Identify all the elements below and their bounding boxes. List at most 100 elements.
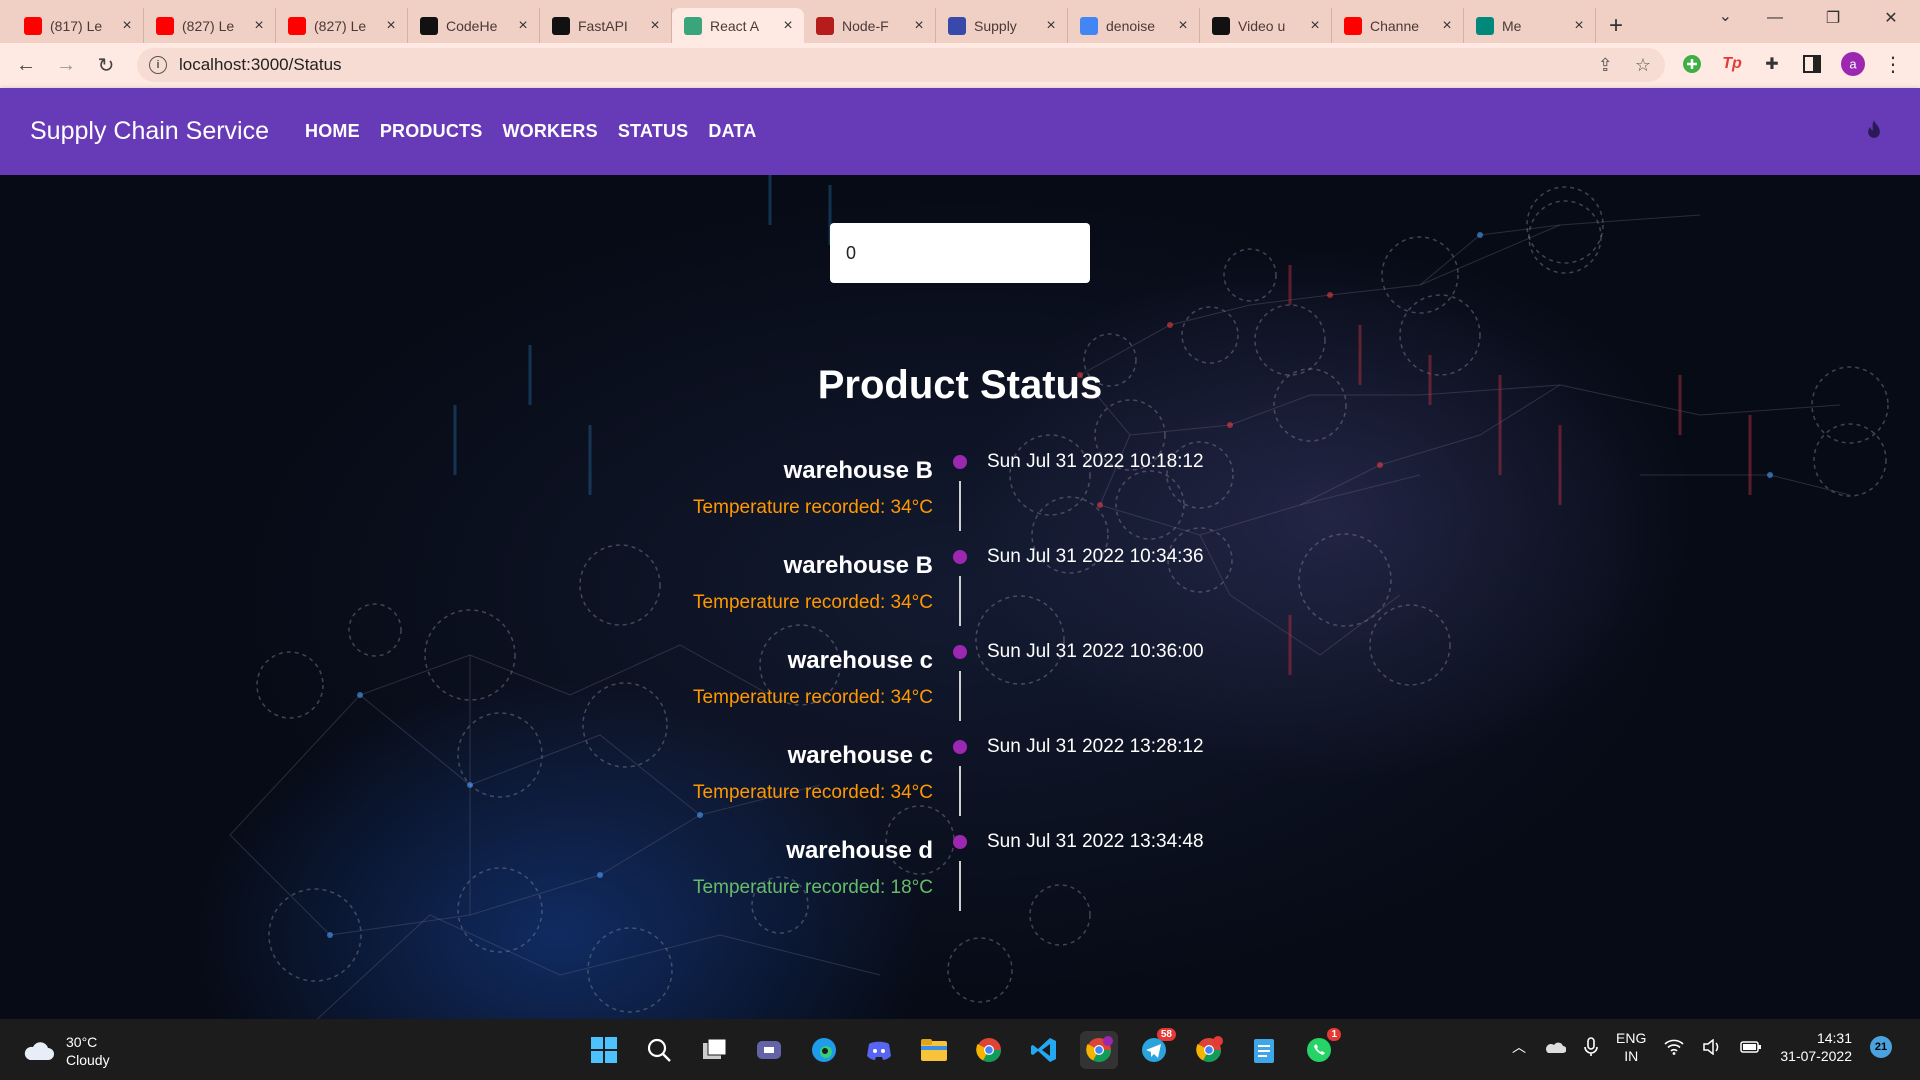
timeline-content: warehouse c Temperature recorded: 34°C (693, 742, 933, 804)
tab-title: (817) Le (50, 17, 103, 34)
side-panel-icon[interactable] (1799, 51, 1825, 77)
address-bar[interactable]: i localhost:3000/Status ⇪ ☆ (137, 48, 1665, 82)
close-tab-icon[interactable]: × (383, 17, 399, 35)
whatsapp-icon[interactable]: 1 (1300, 1028, 1341, 1069)
timeline-item: warehouse c Temperature recorded: 34°C Sun… (0, 635, 1920, 730)
extension-plus-icon[interactable] (1679, 51, 1705, 77)
temperature-reading: Temperature recorded: 34°C (693, 687, 933, 708)
close-tab-icon[interactable]: × (780, 17, 796, 35)
lang-region: IN (1624, 1048, 1639, 1064)
warehouse-name: warehouse c (787, 647, 933, 674)
back-icon[interactable]: ← (6, 46, 46, 86)
microphone-icon[interactable] (1584, 1037, 1598, 1057)
cloud-icon (24, 1042, 54, 1060)
bookmark-star-icon[interactable]: ☆ (1635, 55, 1651, 76)
restore-button[interactable]: ❐ (1804, 0, 1862, 36)
extension-tp-icon[interactable]: Tp (1719, 51, 1745, 77)
nav-link-workers[interactable]: WORKERS (492, 113, 607, 150)
new-tab-button[interactable]: + (1596, 8, 1636, 43)
taskbar-search-icon[interactable] (640, 1031, 678, 1069)
browser-tab[interactable]: Me × (1464, 8, 1596, 43)
teams-chat-icon[interactable] (750, 1031, 788, 1069)
close-tab-icon[interactable]: × (515, 17, 531, 35)
youtube-icon (24, 16, 42, 35)
forward-icon[interactable]: → (46, 46, 86, 86)
reload-icon[interactable]: ↻ (86, 46, 126, 86)
telegram-icon[interactable]: 58 (1135, 1028, 1176, 1069)
browser-toolbar: ← → ↻ i localhost:3000/Status ⇪ ☆ Tp ✚ a… (0, 43, 1920, 88)
browser-tab[interactable]: denoise × (1068, 8, 1200, 43)
clock[interactable]: 14:31 31-07-2022 (1780, 1029, 1852, 1065)
url-text: localhost:3000/Status (179, 55, 342, 74)
timeline-connector (959, 861, 961, 911)
windows-start-icon[interactable] (585, 1031, 623, 1069)
close-tab-icon[interactable]: × (647, 17, 663, 35)
browser-tab[interactable]: (827) Le × (276, 8, 408, 43)
close-tab-icon[interactable]: × (1175, 17, 1191, 35)
browser-tab[interactable]: CodeHe × (408, 8, 540, 43)
minimize-button[interactable]: — (1746, 0, 1804, 36)
edge-icon[interactable] (805, 1031, 843, 1069)
close-tab-icon[interactable]: × (1307, 17, 1323, 35)
wifi-icon[interactable] (1664, 1039, 1684, 1055)
timeline-dot (953, 835, 967, 849)
browser-tab[interactable]: Video u × (1200, 8, 1332, 43)
browser-tab[interactable]: React A × (672, 8, 804, 43)
close-tab-icon[interactable]: × (911, 17, 927, 35)
search-input[interactable] (846, 242, 1078, 264)
profile-avatar[interactable]: a (1840, 51, 1866, 77)
tray-overflow-chevron-icon[interactable]: ︿ (1512, 1037, 1526, 1057)
timeline-dot (953, 455, 967, 469)
timestamp: Sun Jul 31 2022 10:36:00 (987, 641, 1204, 662)
task-view-icon[interactable] (695, 1031, 733, 1069)
page-title: Product Status (817, 363, 1103, 407)
close-tab-icon[interactable]: × (251, 17, 267, 35)
tab-title: (827) Le (182, 17, 235, 34)
brand-title[interactable]: Supply Chain Service (30, 117, 269, 146)
onedrive-icon[interactable] (1544, 1040, 1567, 1054)
nav-link-products[interactable]: PRODUCTS (370, 113, 493, 150)
nav-link-data[interactable]: DATA (698, 113, 766, 150)
close-tab-icon[interactable]: × (1439, 17, 1455, 35)
temperature-reading: Temperature recorded: 18°C (693, 877, 933, 898)
timestamp: Sun Jul 31 2022 10:34:36 (987, 546, 1204, 567)
close-tab-icon[interactable]: × (119, 17, 135, 35)
notification-count[interactable]: 21 (1870, 1036, 1892, 1058)
browser-tab[interactable]: Node-F × (804, 8, 936, 43)
language-indicator[interactable]: ENG IN (1616, 1029, 1646, 1065)
site-info-icon[interactable]: i (149, 56, 167, 74)
discord-icon[interactable] (860, 1031, 898, 1069)
file-explorer-icon[interactable] (915, 1031, 953, 1069)
extensions-puzzle-icon[interactable]: ✚ (1759, 51, 1785, 77)
close-tab-icon[interactable]: × (1043, 17, 1059, 35)
notepad-icon[interactable] (1245, 1031, 1283, 1069)
timeline-item: warehouse c Temperature recorded: 34°C Sun… (0, 730, 1920, 825)
battery-icon[interactable] (1740, 1040, 1762, 1054)
system-tray: ︿ ENG IN 14:31 31-07-2022 21 (1512, 1029, 1892, 1065)
timeline-connector (959, 481, 961, 531)
tab-search-chevron-icon[interactable]: ⌄ (1719, 6, 1732, 26)
browser-tab[interactable]: (817) Le × (12, 8, 144, 43)
browser-menu-icon[interactable]: ⋮ (1880, 51, 1906, 77)
github-icon (1212, 16, 1230, 35)
browser-tab[interactable]: Channe × (1332, 8, 1464, 43)
share-icon[interactable]: ⇪ (1598, 55, 1613, 76)
close-tab-icon[interactable]: × (1571, 17, 1587, 35)
chrome-alt-profile-icon[interactable] (1190, 1031, 1228, 1069)
chrome-icon[interactable] (970, 1031, 1008, 1069)
vscode-icon[interactable] (1025, 1031, 1063, 1069)
chrome-profile-icon[interactable] (1080, 1031, 1118, 1069)
close-window-button[interactable]: ✕ (1862, 0, 1920, 36)
browser-tab[interactable]: (827) Le × (144, 8, 276, 43)
browser-tab[interactable]: FastAPI × (540, 8, 672, 43)
timestamp: Sun Jul 31 2022 13:34:48 (987, 831, 1204, 852)
volume-icon[interactable] (1702, 1039, 1722, 1055)
search-box[interactable] (830, 223, 1090, 283)
warehouse-name: warehouse c (787, 742, 933, 769)
browser-tab[interactable]: Supply × (936, 8, 1068, 43)
tab-title: denoise (1106, 17, 1156, 34)
nav-link-status[interactable]: STATUS (608, 113, 699, 150)
weather-widget[interactable]: 30°C Cloudy (22, 1033, 110, 1069)
theme-toggle-icon[interactable] (1860, 118, 1888, 146)
nav-link-home[interactable]: HOME (295, 113, 370, 150)
